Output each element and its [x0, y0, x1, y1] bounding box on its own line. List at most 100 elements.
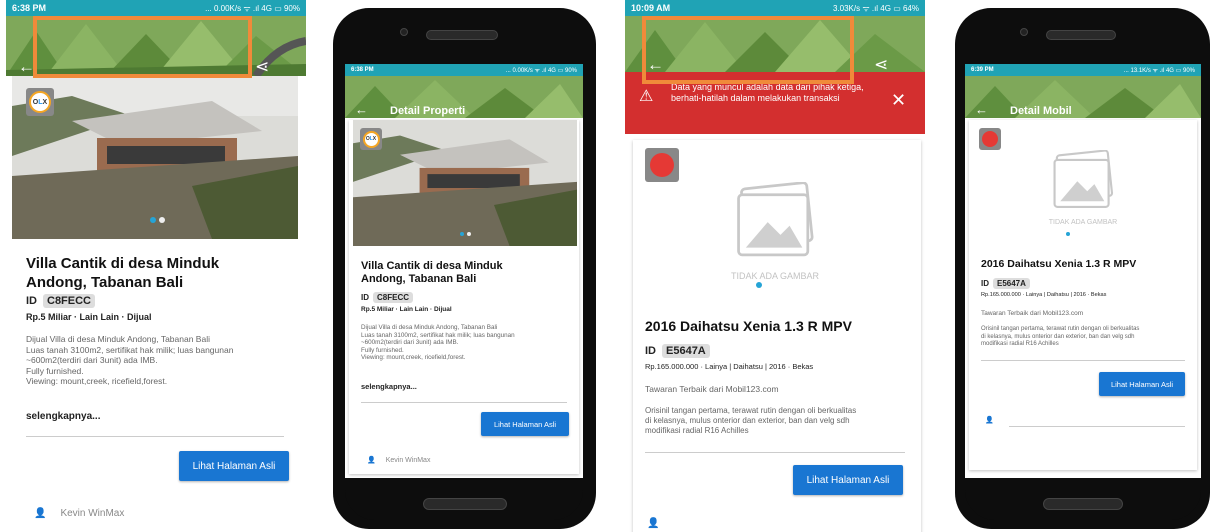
id-badge: E5647A — [993, 278, 1030, 289]
back-arrow-icon[interactable]: ← — [355, 103, 368, 116]
listing-photo[interactable] — [12, 76, 298, 239]
user-row: 👤 Kevin WinMax — [367, 456, 431, 465]
status-indicators: ... 13.1K/s ᯤ .ıl 4G ▭ 90% — [1123, 68, 1195, 74]
offer-source: Tawaran Terbaik dari Mobil123.com — [981, 310, 1084, 317]
user-name: Kevin WinMax — [60, 508, 125, 519]
villa-photo-illustration — [353, 120, 577, 246]
person-icon: 👤 — [34, 508, 47, 519]
desc-line: Fully furnished. — [361, 346, 404, 354]
listing-title: Villa Cantik di desa Minduk Andong, Taba… — [26, 255, 220, 291]
listing-photo[interactable] — [353, 120, 577, 246]
desc-line: Viewing: mount,creek, ricefield,forest. — [26, 376, 168, 386]
read-more-link[interactable]: selengkapnya... — [361, 382, 417, 391]
description: Dijual Villa di desa Minduk Andong, Taba… — [361, 324, 571, 362]
warning-text: Data yang muncul adalah data dari pihak … — [671, 82, 864, 103]
desc-line: ~600m2(terdiri dari 3unit) ada IMB. — [361, 339, 459, 347]
close-icon[interactable]: ✕ — [891, 90, 906, 111]
listing-id-row: ID C8FECC — [26, 294, 96, 308]
id-badge: E5647A — [662, 344, 710, 358]
desc-line: modifikasi radial R16 Achilles — [645, 426, 749, 435]
person-icon: 👤 — [647, 518, 660, 529]
person-icon: 👤 — [367, 457, 376, 464]
status-time: 6:39 PM — [971, 67, 994, 73]
id-label: ID — [361, 293, 369, 302]
description: Dijual Villa di desa Minduk Andong, Taba… — [26, 334, 296, 387]
screen-olx-villa-flat: 6:38 PM ... 0.00K/s ᯤ .ıl 4G ▭ 90% ← ⋖ ⚐ — [6, 0, 306, 532]
listing-card: OLX Villa Cantik di desa Minduk Andong, … — [12, 76, 298, 532]
no-image-placeholder: TIDAK ADA GAMBAR — [721, 181, 829, 281]
carousel-dot[interactable] — [159, 217, 165, 223]
user-row: 👤 Kevin WinMax — [34, 508, 124, 519]
view-original-button[interactable]: Lihat Halaman Asli — [481, 412, 569, 436]
id-label: ID — [645, 345, 656, 357]
view-original-button[interactable]: Lihat Halaman Asli — [793, 465, 903, 495]
app-bar: ← Detail Properti ⋖ ⚐ — [345, 76, 583, 118]
source-logo — [979, 128, 1001, 150]
listing-card: OLX Villa Cantik di desa Minduk Andong, … — [349, 120, 579, 474]
desc-line: Fully furnished. — [26, 365, 84, 376]
image-placeholder-icon — [1053, 149, 1114, 208]
id-label: ID — [26, 295, 37, 307]
user-name: Kevin WinMax — [385, 456, 431, 464]
no-image-label: TIDAK ADA GAMBAR — [1048, 219, 1118, 226]
carousel-dot-active[interactable] — [756, 282, 762, 288]
person-icon: 👤 — [985, 417, 994, 424]
carousel-dot-active[interactable] — [1066, 232, 1070, 236]
status-indicators: ... 0.00K/s ᯤ .ıl 4G ▭ 90% — [505, 68, 577, 74]
listing-title: 2016 Daihatsu Xenia 1.3 R MPV — [645, 318, 852, 334]
view-original-button[interactable]: Lihat Halaman Asli — [179, 451, 289, 481]
divider — [645, 452, 905, 453]
phone-camera — [400, 28, 408, 36]
back-arrow-icon[interactable]: ← — [975, 103, 988, 116]
status-time: 6:38 PM — [351, 67, 374, 73]
desc-line: Orisinil tangan pertama, terawat rutin d… — [981, 326, 1140, 332]
status-indicators: ... 0.00K/s ᯤ .ıl 4G ▭ 90% — [205, 3, 300, 13]
price-line: Rp.165.000.000 · Lainya | Daihatsu | 201… — [645, 362, 814, 371]
price-line: Rp.5 Miliar · Lain Lain · Dijual — [361, 306, 452, 313]
warning-icon: ⚠ — [639, 88, 654, 105]
carousel-dot-active[interactable] — [150, 217, 156, 223]
screen-mobil-warning-flat: 10:09 AM 3.03K/s ᯤ .ıl 4G ▭ 64% ← ⋖ ⚐ ⚠ … — [625, 0, 925, 532]
mobil123-logo-icon — [982, 131, 998, 147]
status-time: 10:09 AM — [631, 3, 671, 13]
status-bar: 6:39 PM ... 13.1K/s ᯤ .ıl 4G ▭ 90% — [965, 64, 1201, 76]
screen-detail-mobil: 6:39 PM ... 13.1K/s ᯤ .ıl 4G ▭ 90% ← Det… — [965, 64, 1201, 478]
villa-photo-illustration — [12, 76, 298, 239]
status-bar: 6:38 PM ... 0.00K/s ᯤ .ıl 4G ▭ 90% — [345, 64, 583, 76]
desc-line: Dijual Villa di desa Minduk Andong, Taba… — [26, 334, 210, 344]
carousel-dot-active[interactable] — [460, 232, 464, 236]
desc-line: Luas tanah 3100m2, sertifikat hak milik;… — [361, 331, 515, 339]
app-bar-title: Detail Mobil — [1010, 105, 1072, 117]
desc-line: Luas tanah 3100m2, sertifikat hak milik;… — [26, 344, 234, 355]
id-label: ID — [981, 279, 989, 288]
user-row: 👤 — [647, 518, 659, 529]
divider — [361, 402, 567, 403]
status-time: 6:38 PM — [12, 3, 47, 13]
olx-logo-icon: OLX — [362, 130, 380, 148]
source-logo: OLX — [26, 88, 54, 116]
description: Orisinil tangan pertama, terawat rutin d… — [981, 326, 1191, 349]
id-badge: C8FECC — [43, 294, 96, 308]
desc-line: modifikasi radial R16 Achilles — [981, 341, 1059, 347]
highlight-box — [33, 16, 252, 78]
divider — [26, 436, 284, 437]
share-icon[interactable]: ⋖ — [255, 58, 269, 75]
desc-line: di kelasnya, mulus onterior dan exterior… — [645, 416, 850, 425]
read-more-link[interactable]: selengkapnya... — [26, 411, 100, 422]
listing-id-row: ID C8FECC — [361, 292, 414, 303]
listing-card: TIDAK ADA GAMBAR 2016 Daihatsu Xenia 1.3… — [633, 140, 921, 532]
phone-speaker — [1046, 30, 1116, 40]
no-image-label: TIDAK ADA GAMBAR — [730, 271, 820, 281]
listing-card: TIDAK ADA GAMBAR 2016 Daihatsu Xenia 1.3… — [969, 120, 1197, 470]
image-placeholder-icon — [737, 181, 814, 257]
share-icon[interactable]: ⋖ — [874, 56, 888, 73]
phone-home-bar — [423, 498, 507, 510]
phone-home-bar — [1043, 498, 1123, 510]
carousel-dot[interactable] — [467, 232, 471, 236]
app-bar-title: Detail Properti — [390, 105, 466, 117]
desc-line: Orisinil tangan pertama, terawat rutin d… — [645, 406, 857, 415]
divider — [981, 360, 1185, 361]
listing-title: Villa Cantik di desa Minduk Andong, Taba… — [361, 260, 503, 285]
listing-id-row: ID E5647A — [981, 278, 1030, 289]
view-original-button[interactable]: Lihat Halaman Asli — [1099, 372, 1185, 396]
